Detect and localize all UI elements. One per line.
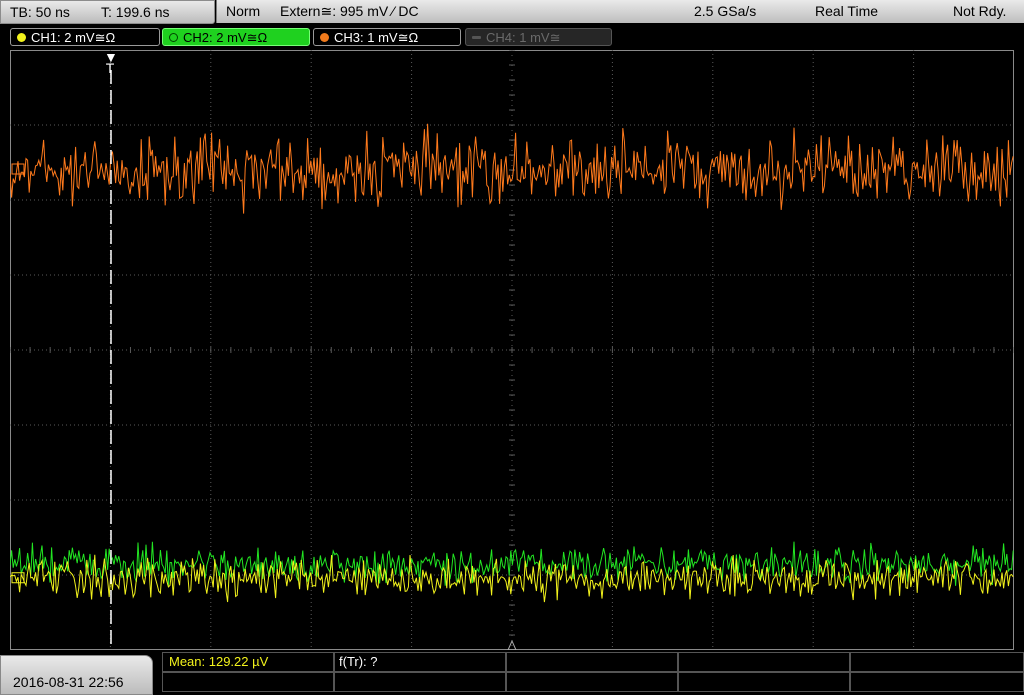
channel-3-tab[interactable]: CH3: 1 mV≅Ω — [313, 28, 461, 46]
timebase-value: TB: 50 ns — [10, 4, 70, 20]
measurement-cell-5[interactable] — [850, 652, 1024, 672]
waveform-svg — [10, 50, 1014, 650]
channel-2-tab[interactable]: CH2: 2 mV≅Ω — [162, 28, 310, 46]
acquisition-mode: Real Time — [815, 3, 879, 19]
channel-4-off-icon — [472, 36, 481, 39]
channel-1-label: CH1: 2 mV≅Ω — [31, 30, 116, 45]
trigger-position-marker[interactable]: ▼ T — [104, 50, 118, 76]
trigger-time-value: T: 199.6 ns — [101, 4, 170, 20]
trace-ch2 — [10, 541, 1014, 587]
measurement-mean: Mean: 129.22 µV — [169, 654, 269, 669]
channel-3-dot-icon — [320, 33, 329, 42]
status-bar: TB: 50 ns T: 199.6 ns Norm Extern≅: 995 … — [0, 0, 1024, 24]
channel-1-tab[interactable]: CH1: 2 mV≅Ω — [10, 28, 160, 46]
channel-4-label: CH4: 1 mV≅ — [486, 30, 561, 45]
channel-2-dot-icon — [169, 33, 178, 42]
channel-2-label: CH2: 2 mV≅Ω — [183, 30, 268, 45]
measurement-cell-8[interactable] — [506, 672, 678, 692]
trigger-mode: Norm — [226, 3, 261, 19]
acquisition-state: Not Rdy. — [953, 3, 1007, 19]
trigger-marker-label: T — [105, 60, 115, 76]
waveform-display[interactable] — [10, 50, 1014, 650]
measurement-cell-1[interactable]: Mean: 129.22 µV — [162, 652, 334, 672]
timebase-box[interactable]: TB: 50 ns T: 199.6 ns — [0, 0, 215, 24]
datetime-box: 2016-08-31 22:56 — [0, 655, 153, 695]
measurement-cell-9[interactable] — [678, 672, 850, 692]
measurement-cell-4[interactable] — [678, 652, 850, 672]
datetime-value: 2016-08-31 22:56 — [13, 674, 124, 690]
channel-4-tab[interactable]: CH4: 1 mV≅ — [465, 28, 612, 46]
measurement-cell-7[interactable] — [334, 672, 506, 692]
measurement-cell-6[interactable] — [162, 672, 334, 692]
measurement-frequency: f(Tr): ? — [339, 654, 378, 669]
sample-rate: 2.5 GSa/s — [694, 3, 757, 19]
measurement-cell-10[interactable] — [850, 672, 1024, 692]
measurement-cell-3[interactable] — [506, 652, 678, 672]
measurement-panel: Mean: 129.22 µV f(Tr): ? — [162, 652, 1024, 695]
acquisition-bar[interactable]: Norm Extern≅: 995 mV ⁄ DC 2.5 GSa/s Real… — [216, 0, 1024, 23]
measurement-cell-2[interactable]: f(Tr): ? — [334, 652, 506, 672]
channel-1-dot-icon — [17, 33, 26, 42]
trigger-source: Extern≅: 995 mV ⁄ DC — [280, 3, 419, 19]
channel-3-label: CH3: 1 mV≅Ω — [334, 30, 419, 45]
